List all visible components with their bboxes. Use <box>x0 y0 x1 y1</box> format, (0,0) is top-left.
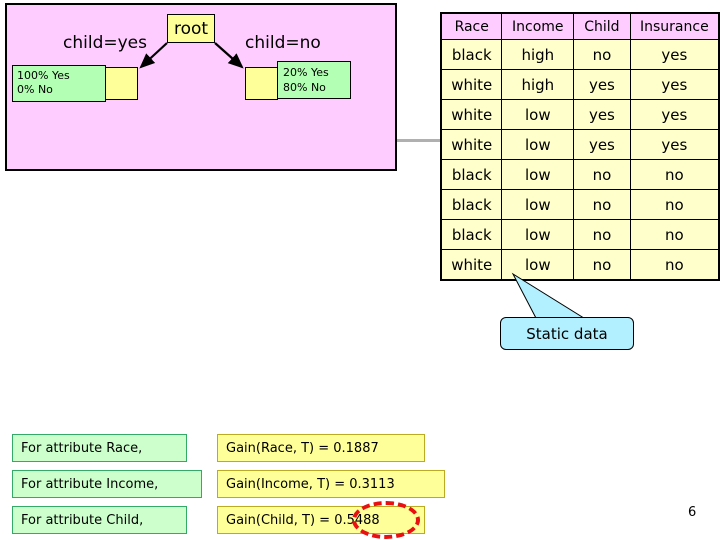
tree-leaf-left-node <box>105 67 138 100</box>
decision-tree-panel: root child=yes child=no 100% Yes 0% No 2… <box>5 3 397 171</box>
tree-leaf-right-node <box>245 67 278 100</box>
callout-label: Static data <box>526 324 608 343</box>
table-row: black low no no <box>440 189 720 220</box>
table-row: black low no no <box>440 159 720 190</box>
table-cell-insurance: no <box>629 189 720 220</box>
tree-leaf-right-yes: 20% Yes <box>283 66 329 79</box>
table-cell-insurance: no <box>629 219 720 250</box>
table-cell-insurance: yes <box>629 39 720 70</box>
tree-leaf-right-stats: 20% Yes 80% No <box>277 61 351 99</box>
tree-edge-label-child-yes: child=yes <box>63 33 147 53</box>
table-cell-race: black <box>440 189 503 220</box>
tree-leaf-left-yes: 100% Yes <box>17 69 70 82</box>
table-cell-child: yes <box>573 129 631 160</box>
table-cell-income: low <box>501 99 575 130</box>
attribute-label-child: For attribute Child, <box>12 506 187 534</box>
gain-value-income: Gain(Income, T) = 0.3113 <box>217 470 445 498</box>
table-header-insurance: Insurance <box>629 12 720 40</box>
gain-row-child: For attribute Child, Gain(Child, T) = 0.… <box>12 506 425 534</box>
table-cell-insurance: no <box>629 249 720 281</box>
attribute-label-income: For attribute Income, <box>12 470 202 498</box>
table-cell-income: high <box>501 69 575 100</box>
table-cell-child: no <box>573 39 631 70</box>
table-cell-income: low <box>501 129 575 160</box>
table-cell-race: black <box>440 159 503 190</box>
gain-row-income: For attribute Income, Gain(Income, T) = … <box>12 470 445 498</box>
table-cell-insurance: yes <box>629 129 720 160</box>
page-number: 6 <box>688 505 697 520</box>
callout-body: Static data <box>500 317 634 350</box>
gain-row-race: For attribute Race, Gain(Race, T) = 0.18… <box>12 434 432 462</box>
table-cell-insurance: yes <box>629 69 720 100</box>
table-header-row: Race Income Child Insurance <box>440 12 720 40</box>
gain-value-race: Gain(Race, T) = 0.1887 <box>217 434 425 462</box>
table-cell-child: yes <box>573 69 631 100</box>
table-cell-child: no <box>573 189 631 220</box>
table-cell-race: black <box>440 219 503 250</box>
table-cell-race: white <box>440 99 503 130</box>
table-cell-income: low <box>501 159 575 190</box>
attribute-label-race: For attribute Race, <box>12 434 187 462</box>
table-header-race: Race <box>440 12 503 40</box>
tree-edge-label-child-no: child=no <box>245 33 321 53</box>
table-cell-insurance: no <box>629 159 720 190</box>
table-row: white high yes yes <box>440 69 720 100</box>
tree-leaf-left-no: 0% No <box>17 83 53 96</box>
table-cell-race: black <box>440 39 503 70</box>
table-cell-race: white <box>440 129 503 160</box>
tree-node-root-label: root <box>173 18 209 39</box>
horizontal-divider <box>397 139 440 142</box>
static-data-table: Race Income Child Insurance black high no y… <box>440 12 720 281</box>
tree-node-root: root <box>167 14 215 43</box>
table-cell-insurance: yes <box>629 99 720 130</box>
table-row: black high no yes <box>440 39 720 70</box>
table-cell-income: low <box>501 189 575 220</box>
table-cell-income: high <box>501 39 575 70</box>
table-row: black low no no <box>440 219 720 250</box>
table-row: white low yes yes <box>440 99 720 130</box>
table-cell-child: no <box>573 159 631 190</box>
table-cell-race: white <box>440 249 503 281</box>
static-data-callout: Static data <box>495 272 640 352</box>
gain-value-child: Gain(Child, T) = 0.5488 <box>217 506 425 534</box>
table-header-income: Income <box>501 12 575 40</box>
table-cell-child: yes <box>573 99 631 130</box>
table-row: white low yes yes <box>440 129 720 160</box>
table-cell-child: no <box>573 219 631 250</box>
table-header-child: Child <box>573 12 631 40</box>
table-cell-income: low <box>501 219 575 250</box>
table-body: black high no yes white high yes yes white low yes… <box>440 39 720 281</box>
table-cell-race: white <box>440 69 503 100</box>
tree-leaf-left-stats: 100% Yes 0% No <box>12 65 106 102</box>
tree-leaf-right-no: 80% No <box>283 81 326 94</box>
